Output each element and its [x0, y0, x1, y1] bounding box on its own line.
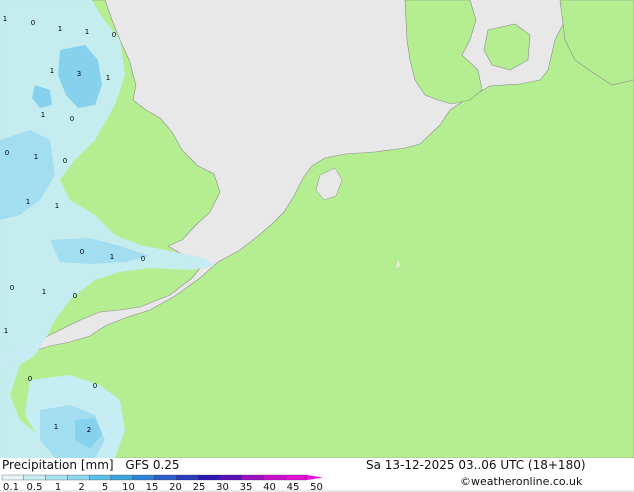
product-title: Precipitation [mm] GFS 0.25 [2, 458, 180, 472]
footer-bar: Precipitation [mm] GFS 0.25 Sa 13-12-202… [0, 458, 634, 492]
model-name: GFS 0.25 [125, 458, 180, 472]
precip-label-7: 1 [106, 74, 110, 82]
precip-label-8: 1 [41, 111, 45, 119]
colorbar-swatch-2 [45, 474, 68, 481]
colorbar-swatch-9 [197, 474, 221, 481]
precip-label-6: 3 [77, 70, 81, 78]
colorbar-swatch-0 [1, 474, 24, 481]
precip-label-25: 2 [87, 426, 91, 434]
precip-label-4: 0 [112, 31, 116, 39]
colorbar: 0.1 0.5 1 2 5 10 15 20 25 30 35 40 45 50 [1, 474, 323, 492]
colorbar-tick-4: 5 [102, 482, 108, 492]
colorbar-tick-9: 30 [216, 482, 229, 492]
colorbar-swatch-3 [67, 474, 90, 481]
colorbar-tick-2: 1 [55, 482, 61, 492]
product-title-text: Precipitation [mm] [2, 458, 114, 472]
precipitation-map[interactable]: 1 0 1 1 0 1 3 1 1 0 0 1 0 1 1 0 1 0 0 1 0 1 0 0 1 2 [0, 0, 634, 458]
precip-label-19: 1 [42, 288, 46, 296]
colorbar-swatch-10 [219, 474, 242, 481]
colorbar-swatch-1 [23, 474, 46, 481]
colorbar-tick-6: 15 [146, 482, 159, 492]
weather-map-app: 10110131100101101001010012 Precipitation… [0, 0, 634, 492]
colorbar-tick-10: 35 [240, 482, 253, 492]
colorbar-swatch-13 [285, 474, 308, 481]
colorbar-swatch-6 [132, 474, 155, 481]
precip-label-18: 0 [10, 284, 14, 292]
colorbar-swatch-7 [154, 474, 177, 481]
colorbar-swatch-11 [241, 474, 264, 481]
precip-label-3: 1 [85, 28, 89, 36]
credit-link[interactable]: ©weatheronline.co.uk [460, 475, 582, 488]
colorbar-tick-3: 2 [78, 482, 84, 492]
precip-label-16: 1 [110, 253, 114, 261]
colorbar-tick-labels: 0.1 0.5 1 2 5 10 15 20 25 30 35 40 45 50 [3, 482, 323, 492]
precip-label-10: 0 [5, 149, 9, 157]
precip-label-24: 1 [54, 423, 58, 431]
precip-label-9: 0 [70, 115, 74, 123]
colorbar-tick-7: 20 [169, 482, 182, 492]
colorbar-tick-0: 0.1 [3, 482, 19, 492]
colorbar-swatch-4 [88, 474, 112, 481]
colorbar-tick-1: 0.5 [27, 482, 43, 492]
precip-label-1: 0 [31, 19, 35, 27]
precip-label-2: 1 [58, 25, 62, 33]
colorbar-swatch-8 [176, 474, 199, 481]
precip-label-14: 1 [55, 202, 59, 210]
precip-label-0: 1 [3, 15, 7, 23]
colorbar-tick-12: 45 [287, 482, 300, 492]
valid-datetime: Sa 13-12-2025 03..06 UTC (18+180) [366, 458, 586, 472]
precip-label-22: 0 [28, 375, 32, 383]
precip-label-12: 0 [63, 157, 67, 165]
colorbar-tick-11: 40 [263, 482, 276, 492]
precip-label-21: 1 [4, 327, 8, 335]
colorbar-tick-8: 25 [193, 482, 206, 492]
precip-label-13: 1 [26, 198, 30, 206]
colorbar-tick-13: 50 [310, 482, 323, 492]
precip-label-23: 0 [93, 382, 97, 390]
colorbar-swatches [1, 474, 323, 481]
precip-label-5: 1 [50, 67, 54, 75]
precip-label-15: 0 [80, 248, 84, 256]
colorbar-arrow [307, 475, 323, 480]
precip-label-11: 1 [34, 153, 38, 161]
colorbar-swatch-5 [110, 474, 133, 481]
precip-label-17: 0 [141, 255, 145, 263]
colorbar-tick-5: 10 [122, 482, 135, 492]
precip-label-20: 0 [73, 292, 77, 300]
colorbar-swatch-12 [263, 474, 286, 481]
